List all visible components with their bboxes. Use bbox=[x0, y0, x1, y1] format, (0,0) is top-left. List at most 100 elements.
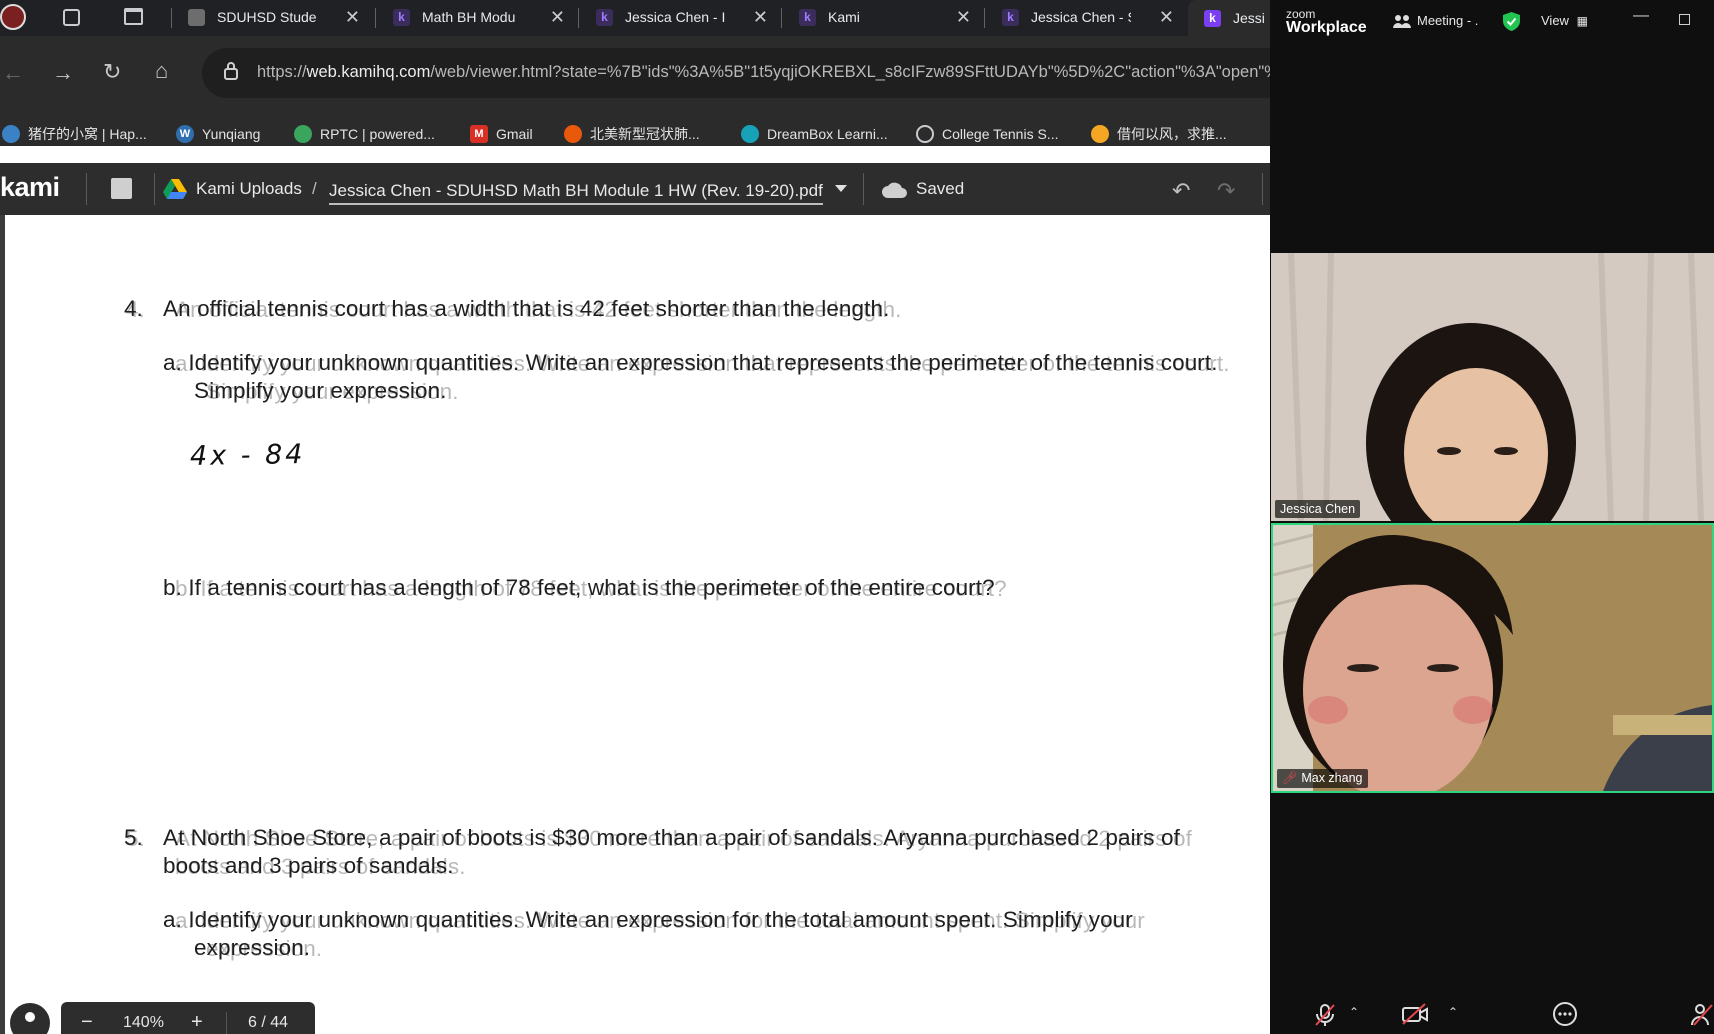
zoom-out-button[interactable]: − bbox=[81, 1011, 93, 1034]
tab-strip: SDUHSD Stude ✕ k Math BH Modu ✕ k Jessic… bbox=[0, 0, 1270, 36]
kami-icon: k bbox=[393, 8, 410, 26]
bird-icon bbox=[2, 125, 20, 143]
more-icon[interactable] bbox=[1552, 1001, 1578, 1027]
tab-math-bh[interactable]: k Math BH Modu ✕ bbox=[393, 0, 579, 34]
zoom-level[interactable]: 140% bbox=[123, 1014, 164, 1032]
tab-jessica-chen-1[interactable]: k Jessica Chen - I ✕ bbox=[596, 0, 782, 34]
participant-video bbox=[1273, 525, 1712, 791]
kami-logo[interactable]: kami bbox=[0, 172, 60, 203]
video-tile-jessica[interactable]: Jessica Chen bbox=[1271, 253, 1714, 521]
cloud-icon bbox=[882, 182, 907, 198]
view-button[interactable]: View ▦ bbox=[1541, 13, 1588, 28]
workspaces-icon[interactable] bbox=[63, 9, 80, 26]
mute-icon[interactable] bbox=[1314, 1003, 1336, 1027]
bookmark-item[interactable]: 猪仔的小窝 | Hap... bbox=[2, 124, 147, 144]
maximize-icon[interactable] bbox=[1679, 14, 1690, 25]
tab-separator bbox=[578, 8, 579, 28]
bookmark-item[interactable]: RPTC | powered... bbox=[294, 124, 435, 144]
question-5-text: At North Shoe Store, a pair of boots is … bbox=[163, 825, 1180, 850]
tab-separator bbox=[171, 8, 172, 28]
participant-video bbox=[1271, 253, 1714, 521]
bookmark-item[interactable]: 借何以风，求推... bbox=[1091, 124, 1227, 144]
kami-toolbar: kami Kami Uploads / Jessica Chen - SDUHS… bbox=[0, 163, 1270, 215]
forward-icon[interactable]: → bbox=[52, 62, 74, 84]
kami-icon: k bbox=[1204, 9, 1221, 27]
close-icon[interactable]: ✕ bbox=[550, 8, 565, 26]
close-icon[interactable]: ✕ bbox=[1159, 8, 1174, 26]
minimize-icon[interactable]: — bbox=[1633, 7, 1649, 25]
globe-icon bbox=[916, 125, 934, 143]
meeting-info[interactable]: Meeting - . bbox=[1393, 13, 1478, 28]
camera-off-icon[interactable] bbox=[1401, 1003, 1429, 1025]
reload-icon[interactable]: ↻ bbox=[103, 61, 121, 83]
close-icon[interactable]: ✕ bbox=[753, 8, 768, 26]
tab-sduhsd[interactable]: SDUHSD Stude ✕ bbox=[188, 0, 374, 34]
tab-actions-icon[interactable] bbox=[124, 8, 143, 25]
bookmark-item[interactable]: W Yunqiang bbox=[176, 124, 260, 144]
tab-jessica-active[interactable]: k Jessi bbox=[1188, 0, 1270, 36]
divider bbox=[226, 1012, 227, 1034]
question-number: 4. bbox=[124, 296, 143, 321]
chevron-up-icon[interactable]: ⌃ bbox=[1349, 1005, 1359, 1019]
google-drive-icon bbox=[163, 179, 187, 199]
divider bbox=[154, 173, 155, 205]
tab-kami[interactable]: k Kami ✕ bbox=[799, 0, 985, 34]
sidebar-toggle-icon[interactable] bbox=[111, 178, 132, 199]
breadcrumb-kami-uploads[interactable]: Kami Uploads bbox=[196, 179, 302, 199]
zoom-logo: zoom Workplace bbox=[1286, 7, 1367, 36]
kami-icon: k bbox=[799, 8, 816, 26]
chevron-down-icon[interactable] bbox=[835, 185, 847, 192]
undo-icon[interactable]: ↶ bbox=[1172, 178, 1190, 204]
close-icon[interactable]: ✕ bbox=[345, 8, 360, 26]
home-icon[interactable]: ⌂ bbox=[155, 60, 168, 82]
tab-jessica-chen-2[interactable]: k Jessica Chen - S ✕ bbox=[1002, 0, 1188, 34]
close-icon[interactable]: ✕ bbox=[956, 8, 971, 26]
page-indicator[interactable]: 6 / 44 bbox=[248, 1014, 288, 1032]
page-edge bbox=[0, 215, 5, 1034]
divider bbox=[86, 173, 87, 205]
bookmark-item[interactable]: 北美新型冠状肺... bbox=[564, 124, 700, 144]
question-4b-text: b. If a tennis court has a length of 78 … bbox=[163, 575, 995, 600]
grid-icon: ▦ bbox=[1576, 14, 1588, 28]
question-4-text: An official tennis court has a width tha… bbox=[163, 296, 890, 321]
doc-icon bbox=[188, 8, 205, 26]
bookmark-item[interactable]: DreamBox Learni... bbox=[741, 124, 888, 144]
desktop: SDUHSD Stude ✕ k Math BH Modu ✕ k Jessic… bbox=[0, 0, 1714, 1034]
shield-icon[interactable] bbox=[1503, 12, 1520, 31]
save-status: Saved bbox=[916, 179, 965, 198]
chevron-up-icon[interactable]: ⌃ bbox=[1448, 1005, 1458, 1019]
question-4a-text: a. Identify your unknown quantities. Wri… bbox=[163, 350, 1218, 375]
zoom-in-button[interactable]: + bbox=[191, 1011, 203, 1034]
rptc-icon bbox=[294, 125, 312, 143]
participants-icon bbox=[1393, 14, 1411, 28]
question-number: 5. bbox=[124, 825, 143, 850]
profile-avatar[interactable] bbox=[0, 4, 26, 30]
zoom-window: zoom Workplace Meeting - . View ▦ — Jess… bbox=[1270, 0, 1714, 1034]
tab-separator bbox=[375, 8, 376, 28]
participant-mic-icon[interactable] bbox=[1690, 1003, 1714, 1027]
back-icon[interactable]: ← bbox=[2, 62, 24, 84]
lightbulb-icon bbox=[25, 1012, 35, 1022]
lock-icon[interactable] bbox=[223, 61, 239, 81]
video-tile-max[interactable]: 🎤︎ Max zhang bbox=[1271, 523, 1714, 793]
dreambox-icon bbox=[741, 125, 759, 143]
file-name[interactable]: Jessica Chen - SDUHSD Math BH Module 1 H… bbox=[329, 181, 823, 205]
divider bbox=[863, 173, 864, 205]
redo-icon[interactable]: ↷ bbox=[1217, 178, 1235, 204]
document-page[interactable]: 4. An official tennis court has a width … bbox=[0, 215, 1270, 1034]
url-text[interactable]: https://web.kamihq.com/web/viewer.html?s… bbox=[257, 63, 1270, 82]
question-5-text-cont: boots and 3 pairs of sandals. bbox=[163, 853, 454, 878]
participant-name: Jessica Chen bbox=[1275, 500, 1361, 518]
bookmark-item[interactable]: College Tennis S... bbox=[916, 124, 1058, 144]
kami-icon: k bbox=[596, 8, 613, 26]
question-5a-text: a. Identify your unknown quantities. Wri… bbox=[163, 907, 1133, 932]
zoom-controls: − 140% + 6 / 44 bbox=[61, 1002, 315, 1034]
bookmark-item[interactable]: M Gmail bbox=[470, 124, 533, 144]
breadcrumb-separator: / bbox=[312, 179, 317, 198]
tab-separator bbox=[781, 8, 782, 28]
sun-icon bbox=[1091, 125, 1109, 143]
tab-separator bbox=[984, 8, 985, 28]
kami-icon: k bbox=[1002, 8, 1019, 26]
participant-name: 🎤︎ Max zhang bbox=[1277, 769, 1368, 788]
wordpress-icon: W bbox=[176, 125, 194, 143]
